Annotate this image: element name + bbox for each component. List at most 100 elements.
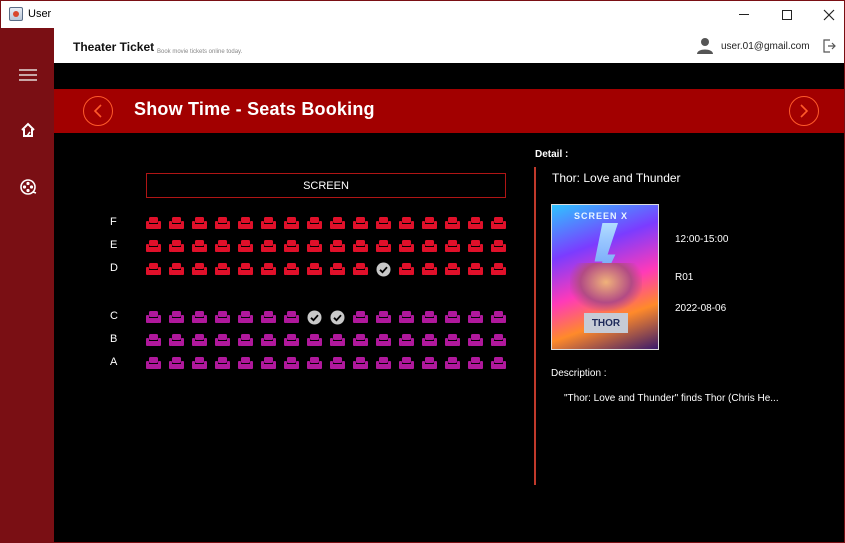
seat-b1[interactable] [146,334,161,347]
seat-f10[interactable] [353,217,368,230]
seat-e13[interactable] [422,240,437,253]
seat-d3[interactable] [192,263,207,276]
seat-e1[interactable] [146,240,161,253]
seat-d7[interactable] [284,263,299,276]
seat-e9[interactable] [330,240,345,253]
seat-b3[interactable] [192,334,207,347]
seat-b8[interactable] [307,334,322,347]
seat-b13[interactable] [422,334,437,347]
seat-a9[interactable] [330,357,345,370]
seat-c7[interactable] [284,311,299,324]
seat-b16[interactable] [491,334,506,347]
seat-d4[interactable] [215,263,230,276]
seat-d13[interactable] [422,263,437,276]
seat-b2[interactable] [169,334,184,347]
sidebar-item-home[interactable] [1,115,54,145]
seat-b14[interactable] [445,334,460,347]
seat-f5[interactable] [238,217,253,230]
seat-selected-c8[interactable] [307,310,322,325]
seat-selected-c9[interactable] [330,310,345,325]
seat-c5[interactable] [238,311,253,324]
seat-e11[interactable] [376,240,391,253]
seat-b12[interactable] [399,334,414,347]
seat-d1[interactable] [146,263,161,276]
seat-e5[interactable] [238,240,253,253]
seat-e7[interactable] [284,240,299,253]
seat-a3[interactable] [192,357,207,370]
seat-a10[interactable] [353,357,368,370]
seat-f16[interactable] [491,217,506,230]
maximize-button[interactable] [764,1,810,28]
seat-f6[interactable] [261,217,276,230]
seat-c11[interactable] [376,311,391,324]
seat-f3[interactable] [192,217,207,230]
seat-c15[interactable] [468,311,483,324]
seat-e16[interactable] [491,240,506,253]
seat-d6[interactable] [261,263,276,276]
seat-e4[interactable] [215,240,230,253]
seat-d9[interactable] [330,263,345,276]
seat-f14[interactable] [445,217,460,230]
seat-d16[interactable] [491,263,506,276]
seat-a15[interactable] [468,357,483,370]
seat-e6[interactable] [261,240,276,253]
seat-c14[interactable] [445,311,460,324]
seat-f9[interactable] [330,217,345,230]
seat-e12[interactable] [399,240,414,253]
seat-b7[interactable] [284,334,299,347]
seat-b11[interactable] [376,334,391,347]
seat-e8[interactable] [307,240,322,253]
seat-f12[interactable] [399,217,414,230]
menu-button[interactable] [1,60,54,90]
seat-d12[interactable] [399,263,414,276]
next-button[interactable] [789,96,819,126]
seat-c6[interactable] [261,311,276,324]
seat-d14[interactable] [445,263,460,276]
seat-f4[interactable] [215,217,230,230]
seat-b10[interactable] [353,334,368,347]
seat-a14[interactable] [445,357,460,370]
seat-a13[interactable] [422,357,437,370]
seat-c13[interactable] [422,311,437,324]
seat-selected-d11[interactable] [376,262,391,277]
seat-c2[interactable] [169,311,184,324]
seat-f2[interactable] [169,217,184,230]
seat-a12[interactable] [399,357,414,370]
seat-b6[interactable] [261,334,276,347]
seat-a8[interactable] [307,357,322,370]
logout-icon[interactable] [822,39,836,53]
seat-d5[interactable] [238,263,253,276]
seat-f1[interactable] [146,217,161,230]
seat-c4[interactable] [215,311,230,324]
seat-a7[interactable] [284,357,299,370]
seat-e2[interactable] [169,240,184,253]
seat-e15[interactable] [468,240,483,253]
seat-a5[interactable] [238,357,253,370]
seat-d15[interactable] [468,263,483,276]
seat-c16[interactable] [491,311,506,324]
seat-a1[interactable] [146,357,161,370]
minimize-button[interactable] [721,1,767,28]
seat-f15[interactable] [468,217,483,230]
seat-c1[interactable] [146,311,161,324]
seat-e14[interactable] [445,240,460,253]
seat-a6[interactable] [261,357,276,370]
seat-b4[interactable] [215,334,230,347]
seat-c3[interactable] [192,311,207,324]
seat-a4[interactable] [215,357,230,370]
seat-d10[interactable] [353,263,368,276]
seat-e10[interactable] [353,240,368,253]
seat-a16[interactable] [491,357,506,370]
seat-f11[interactable] [376,217,391,230]
seat-a11[interactable] [376,357,391,370]
seat-b9[interactable] [330,334,345,347]
seat-d2[interactable] [169,263,184,276]
seat-f8[interactable] [307,217,322,230]
seat-f7[interactable] [284,217,299,230]
sidebar-item-movies[interactable] [1,172,54,202]
seat-a2[interactable] [169,357,184,370]
close-window-button[interactable] [806,1,845,28]
previous-button[interactable] [83,96,113,126]
seat-c10[interactable] [353,311,368,324]
seat-b5[interactable] [238,334,253,347]
